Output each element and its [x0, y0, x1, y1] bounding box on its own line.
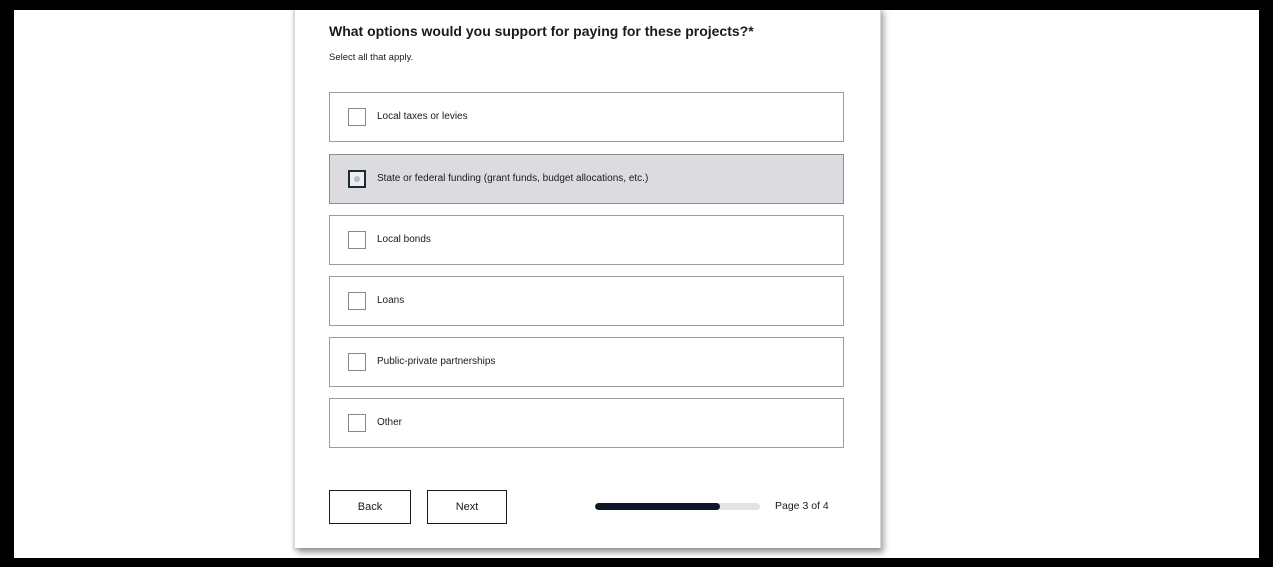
checkbox-icon[interactable] [348, 353, 366, 371]
checkbox-icon[interactable] [348, 170, 366, 188]
option-local-bonds[interactable]: Local bonds [329, 215, 844, 265]
checkbox-icon[interactable] [348, 414, 366, 432]
option-other[interactable]: Other [329, 398, 844, 448]
survey-card: What options would you support for payin… [294, 10, 881, 548]
option-label: Local taxes or levies [377, 111, 468, 122]
option-label: Loans [377, 295, 405, 306]
option-label: Local bonds [377, 234, 431, 245]
option-label: Other [377, 417, 403, 428]
progress-bar [595, 503, 760, 510]
page-indicator: Page 3 of 4 [775, 500, 829, 512]
question-subtitle: Select all that apply. [329, 52, 414, 63]
option-label: State or federal funding (grant funds, b… [377, 173, 649, 184]
checkbox-icon[interactable] [348, 292, 366, 310]
option-state-federal-funding[interactable]: State or federal funding (grant funds, b… [329, 154, 844, 204]
checkbox-icon[interactable] [348, 108, 366, 126]
option-label: Public-private partnerships [377, 356, 496, 367]
option-public-private-partnerships[interactable]: Public-private partnerships [329, 337, 844, 387]
option-local-taxes[interactable]: Local taxes or levies [329, 92, 844, 142]
progress-bar-fill [595, 503, 721, 510]
checkbox-icon[interactable] [348, 231, 366, 249]
viewport: What options would you support for payin… [14, 10, 1259, 558]
next-button[interactable]: Next [427, 490, 507, 524]
option-loans[interactable]: Loans [329, 276, 844, 326]
back-button[interactable]: Back [329, 490, 411, 524]
question-title: What options would you support for payin… [329, 23, 754, 39]
